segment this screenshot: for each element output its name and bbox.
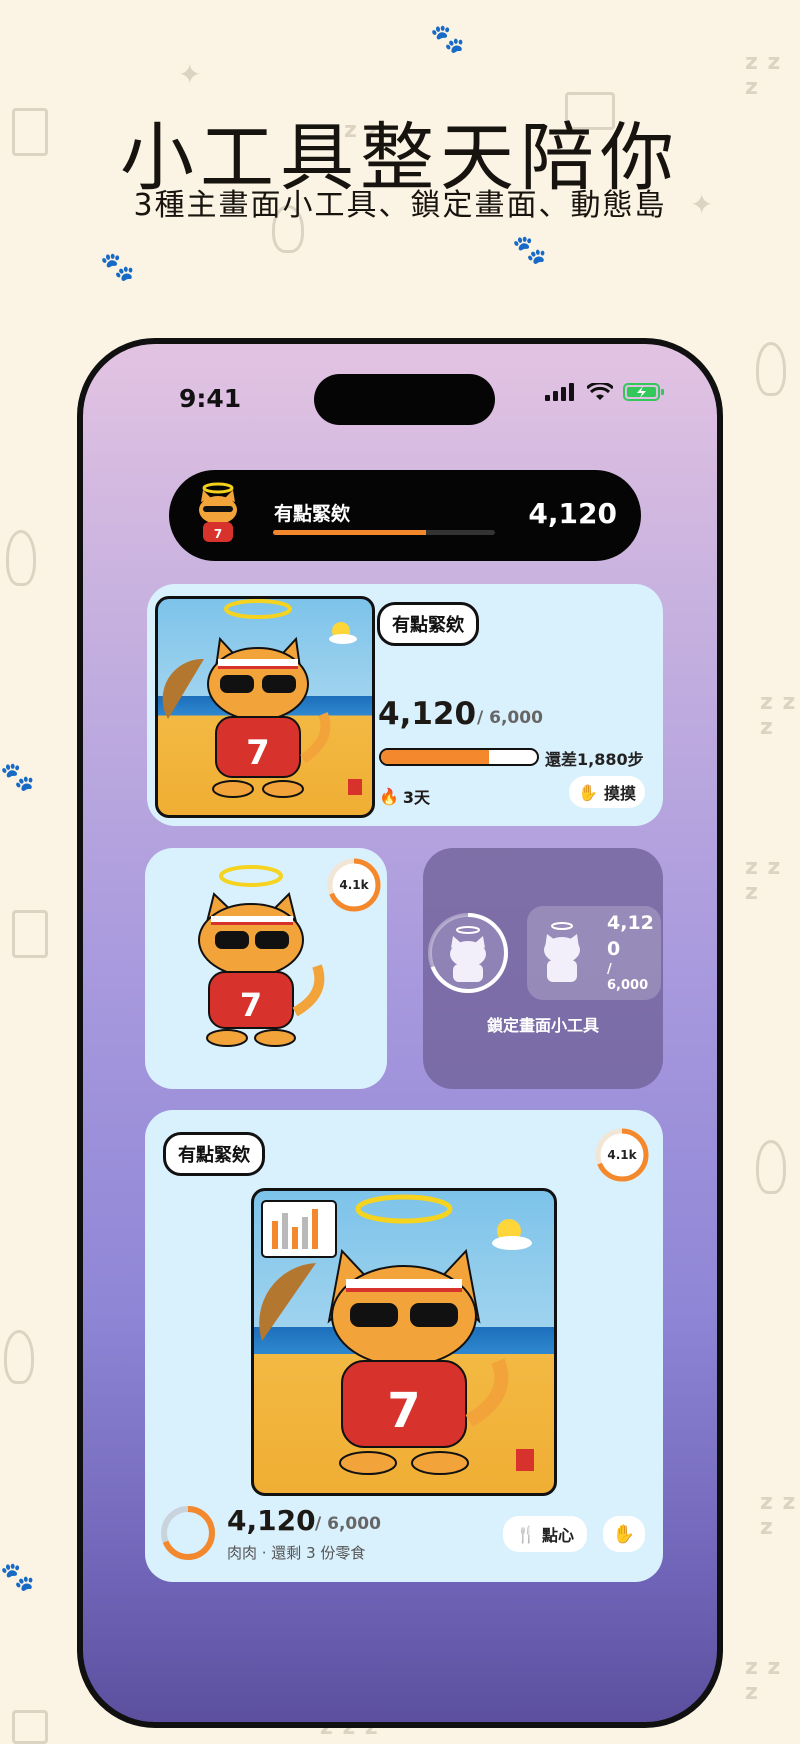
- pet-status-badge: 有點緊欸: [377, 602, 479, 646]
- streak: 🔥 3天: [379, 784, 430, 808]
- svg-text:7: 7: [214, 527, 222, 541]
- food-status: 肉肉 · 還剩 3 份零食: [227, 1544, 366, 1562]
- ring-label: 4.1k: [607, 1148, 637, 1162]
- lock-steps: 4,12 0: [607, 910, 654, 962]
- zzz-decoration: z z z: [760, 690, 797, 740]
- footprint-icon: [756, 1140, 786, 1194]
- lock-rect-widget: 4,12 0 / 6,000: [527, 906, 661, 1000]
- lock-screen-widget[interactable]: 4,12 0 / 6,000 鎖定畫面小工具: [423, 848, 663, 1089]
- step-goal: / 6,000: [477, 708, 543, 728]
- svg-text:7: 7: [246, 733, 270, 773]
- lock-goal-line2: 6,000: [607, 978, 649, 993]
- beach-scene-image: 7: [155, 596, 375, 818]
- pet-button[interactable]: ✋: [603, 1516, 645, 1552]
- phone-frame: 9:41 7 有點緊欸 4,120 7 有點緊欸 4,120 / 6,000 還…: [77, 338, 723, 1728]
- lock-widget-caption: 鎖定畫面小工具: [486, 1016, 599, 1035]
- lock-goal-line1: /: [607, 962, 612, 977]
- small-widget[interactable]: 7 4.1k: [145, 848, 387, 1089]
- zzz-decoration: z z z: [745, 1655, 782, 1705]
- paw-icon: 🐾: [512, 233, 547, 266]
- step-goal: / 6,000: [315, 1514, 381, 1534]
- footprint-icon: [6, 530, 36, 586]
- snack-button[interactable]: 🍴 點心: [503, 1516, 587, 1552]
- status-time: 9:41: [179, 384, 242, 413]
- zzz-decoration: z z z: [760, 1490, 797, 1540]
- lock-steps-line2: 0: [607, 938, 621, 960]
- sparkle-icon: ✦: [178, 58, 202, 91]
- fork-knife-icon: 🍴: [516, 1524, 536, 1544]
- paw-icon: 🐾: [0, 760, 35, 793]
- flame-icon: 🔥: [379, 786, 399, 806]
- paw-icon: 🐾: [430, 22, 465, 55]
- step-count: 4,120: [528, 497, 617, 530]
- zzz-decoration: z z z: [745, 855, 782, 905]
- progress-bar: [379, 748, 539, 766]
- remaining-steps: 還差1,880步: [545, 750, 644, 769]
- cat-avatar-icon: 7: [199, 482, 237, 542]
- progress-bar: [273, 530, 495, 535]
- snack-bag-icon: [12, 910, 48, 958]
- svg-text:7: 7: [387, 1383, 420, 1439]
- snack-bag-icon: [12, 1710, 48, 1744]
- pet-status-badge: 有點緊欸: [163, 1132, 265, 1176]
- hand-icon: ✋: [612, 1523, 636, 1545]
- lock-steps-line1: 4,12: [607, 912, 654, 934]
- paw-icon: 🐾: [100, 250, 135, 283]
- battery-charging-icon: [623, 383, 664, 401]
- svg-text:7: 7: [240, 986, 262, 1024]
- pet-status-label: 有點緊欸: [274, 503, 351, 525]
- progress-ring: [161, 1506, 215, 1560]
- progress-bar-fill: [381, 750, 489, 764]
- cat-illustration: 7: [259, 1194, 534, 1475]
- lock-goal: / 6,000: [607, 962, 648, 994]
- footprint-icon: [756, 342, 786, 396]
- step-count: 4,120: [227, 1504, 316, 1537]
- large-widget[interactable]: 有點緊欸 4.1k 7 4,120 / 6,000 肉肉 · 還剩 3 份零食 …: [145, 1110, 663, 1582]
- pet-button[interactable]: ✋ 摸摸: [569, 776, 645, 808]
- cat-illustration: 7: [162, 599, 362, 798]
- zzz-decoration: z z z: [745, 50, 782, 100]
- progress-bar-fill: [273, 530, 427, 535]
- pet-button-label: 摸摸: [603, 784, 636, 803]
- snack-button-label: 點心: [541, 1526, 574, 1545]
- ring-label: 4.1k: [339, 878, 369, 892]
- step-count: 4,120: [378, 696, 477, 732]
- live-activity-widget[interactable]: 7 有點緊欸 4,120: [169, 470, 641, 561]
- hand-icon: ✋: [578, 782, 598, 802]
- signal-icon: [545, 383, 574, 401]
- beach-scene-image: 7: [251, 1188, 557, 1496]
- dynamic-island: [314, 374, 495, 425]
- wifi-icon: [587, 383, 613, 400]
- streak-label: 3天: [402, 788, 431, 807]
- medium-widget[interactable]: 7 有點緊欸 4,120 / 6,000 還差1,880步 🔥 3天 ✋ 摸摸: [147, 584, 663, 826]
- status-icons: [545, 382, 665, 402]
- paw-icon: 🐾: [0, 1560, 35, 1593]
- footprint-icon: [4, 1330, 34, 1384]
- page-subtitle: 3種主畫面小工具、鎖定畫面、動態島: [133, 188, 667, 223]
- cat-silhouette-icon: [544, 922, 580, 982]
- lock-progress-ring: [428, 913, 508, 993]
